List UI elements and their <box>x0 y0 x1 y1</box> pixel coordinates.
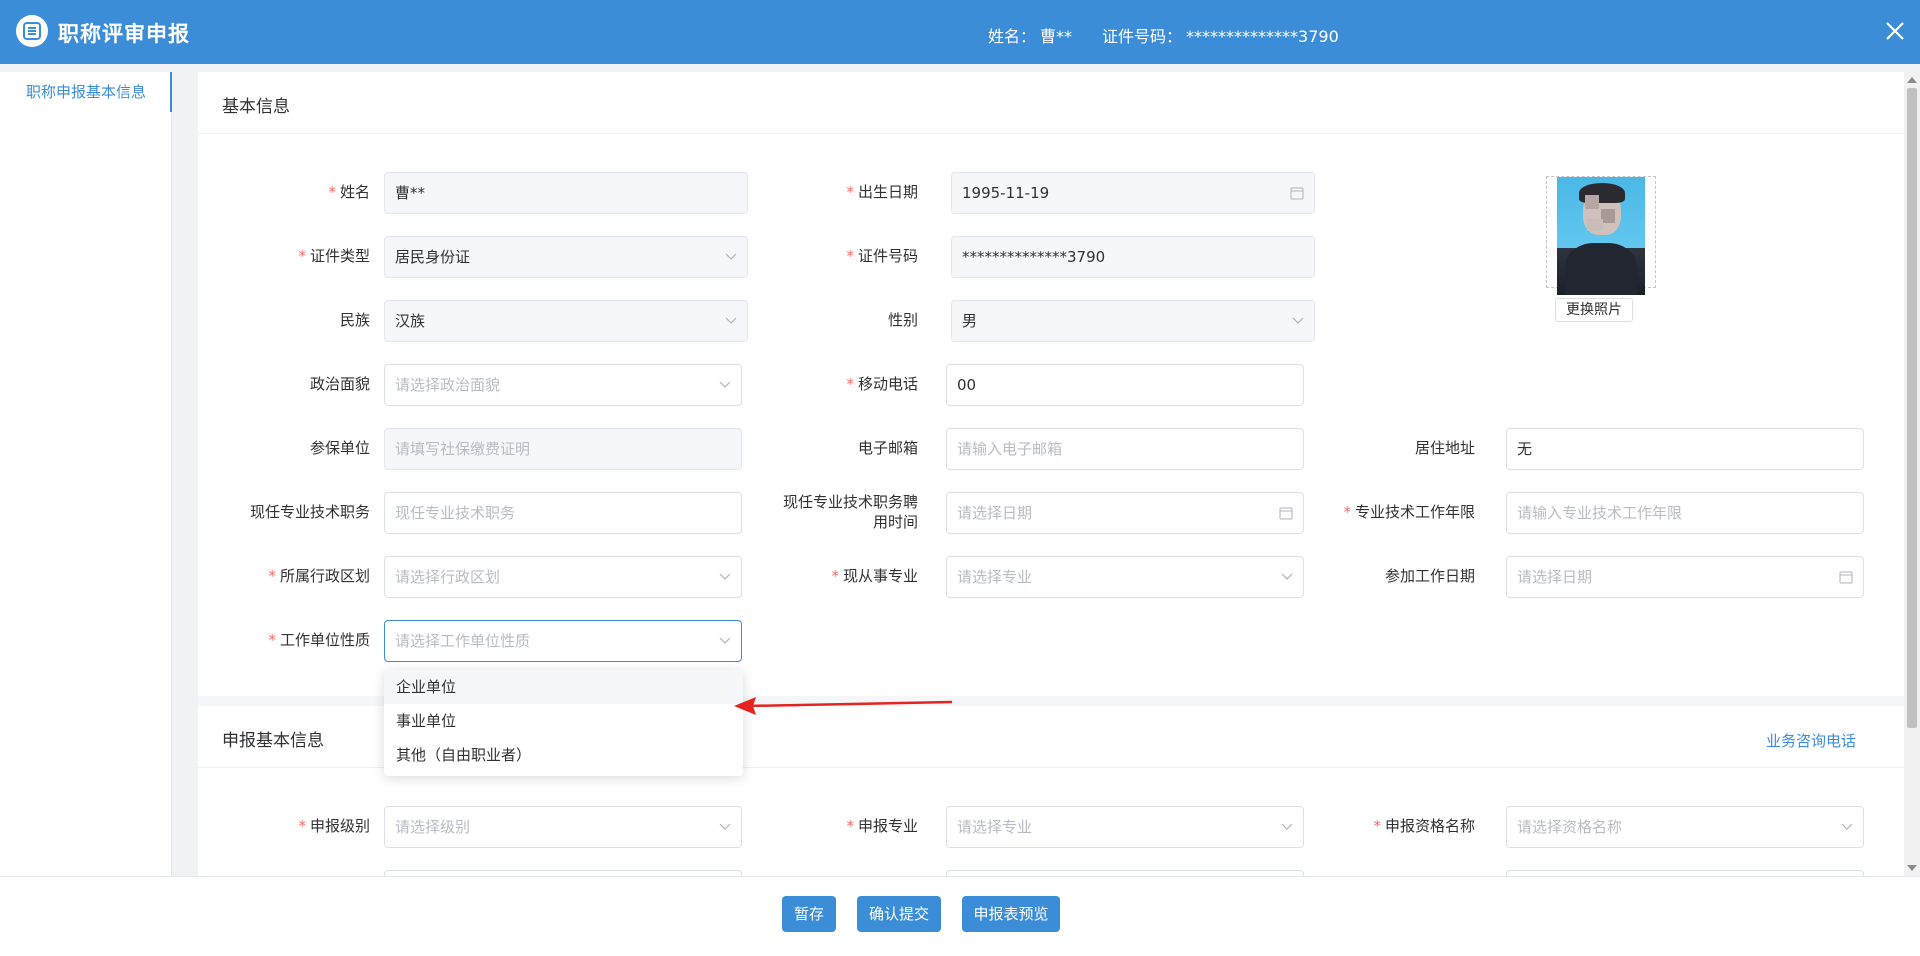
chevron-down-icon <box>725 301 737 341</box>
id-value: **************3790 <box>1186 27 1339 46</box>
major-select[interactable]: 请选择专业 <box>946 556 1304 598</box>
mobile-field[interactable]: 00 <box>946 364 1304 406</box>
id-type-select[interactable]: 居民身份证 <box>384 236 748 278</box>
app-title: 职称评审申报 <box>58 22 190 46</box>
major-label: * 现从事专业 <box>831 567 918 585</box>
id-number-field[interactable]: **************3790 <box>951 236 1315 278</box>
id-label: 证件号码： <box>1102 27 1183 46</box>
gender-select[interactable]: 男 <box>951 300 1315 342</box>
position-label: 现任专业技术职务 <box>249 503 370 521</box>
name-field[interactable]: 曹** <box>384 172 748 214</box>
scroll-down-icon[interactable] <box>1907 865 1917 871</box>
section-title: 基本信息 <box>222 97 290 117</box>
calendar-icon <box>1290 173 1304 213</box>
app-logo-icon <box>16 15 48 47</box>
birth-label: * 出生日期 <box>846 183 918 201</box>
chevron-down-icon <box>719 365 731 405</box>
address-label: 居住地址 <box>1414 439 1475 457</box>
chevron-down-icon <box>719 807 731 847</box>
chevron-down-icon <box>1841 807 1853 847</box>
scroll-up-icon[interactable] <box>1907 77 1917 83</box>
consult-phone-link[interactable]: 业务咨询电话 <box>1766 730 1856 751</box>
apply-level-select[interactable]: 请选择级别 <box>384 806 742 848</box>
dropdown-option[interactable]: 企业单位 <box>384 670 743 704</box>
work-date-field[interactable]: 请选择日期 <box>1506 556 1864 598</box>
applicant-photo <box>1557 177 1645 295</box>
birth-date-field[interactable]: 1995-11-19 <box>951 172 1315 214</box>
unit-type-select[interactable]: 请选择工作单位性质 <box>384 620 742 662</box>
work-years-label: * 专业技术工作年限 <box>1343 503 1475 521</box>
unit-type-label: * 工作单位性质 <box>268 631 370 649</box>
chevron-down-icon <box>725 237 737 277</box>
close-icon[interactable] <box>1882 18 1908 44</box>
section-header-basic: 基本信息 <box>198 72 1904 134</box>
name-value: 曹** <box>1040 27 1073 46</box>
dropdown-option[interactable]: 其他（自由职业者） <box>384 738 743 772</box>
calendar-icon <box>1279 493 1293 533</box>
section-title: 申报基本信息 <box>222 731 324 751</box>
ethnic-select[interactable]: 汉族 <box>384 300 748 342</box>
apply-major-label: * 申报专业 <box>846 817 918 835</box>
chevron-down-icon <box>1281 557 1293 597</box>
sidebar: 职称申报基本信息 <box>0 72 172 876</box>
save-draft-button[interactable]: 暂存 <box>782 896 836 932</box>
region-select[interactable]: 请选择行政区划 <box>384 556 742 598</box>
hire-date-field[interactable]: 请选择日期 <box>946 492 1304 534</box>
preview-button[interactable]: 申报表预览 <box>962 896 1060 932</box>
insured-unit-field[interactable]: 请填写社保缴费证明 <box>384 428 742 470</box>
email-label: 电子邮箱 <box>857 439 918 457</box>
apply-major-select[interactable]: 请选择专业 <box>946 806 1304 848</box>
vertical-scrollbar[interactable] <box>1904 72 1920 876</box>
submit-button[interactable]: 确认提交 <box>857 896 941 932</box>
chevron-down-icon <box>1292 301 1304 341</box>
change-photo-button[interactable]: 更换照片 <box>1555 298 1633 322</box>
unit-type-dropdown: 企业单位 事业单位 其他（自由职业者） <box>384 670 743 776</box>
insured-label: 参保单位 <box>309 439 370 457</box>
position-field[interactable]: 现任专业技术职务 <box>384 492 742 534</box>
top-bar: 职称评审申报 姓名： 曹** 证件号码： **************3790 <box>0 0 1920 64</box>
gender-label: 性别 <box>887 311 918 329</box>
work-years-field[interactable]: 请输入专业技术工作年限 <box>1506 492 1864 534</box>
red-arrow-annotation <box>734 697 953 715</box>
applicant-info: 姓名： 曹** 证件号码： **************3790 <box>988 23 1343 47</box>
address-field[interactable]: 无 <box>1506 428 1864 470</box>
qual-name-select[interactable]: 请选择资格名称 <box>1506 806 1864 848</box>
dropdown-option[interactable]: 事业单位 <box>384 704 743 738</box>
work-date-label: 参加工作日期 <box>1384 567 1475 585</box>
mobile-label: * 移动电话 <box>846 375 918 393</box>
chevron-down-icon <box>719 621 731 661</box>
political-label: 政治面貌 <box>309 375 370 393</box>
sidebar-item-basic-info[interactable]: 职称申报基本信息 <box>0 72 172 112</box>
name-label: 姓名： <box>988 27 1037 46</box>
id-type-label: * 证件类型 <box>298 247 370 265</box>
ethnic-label: 民族 <box>339 311 370 329</box>
scroll-thumb[interactable] <box>1907 88 1917 728</box>
chevron-down-icon <box>1281 807 1293 847</box>
email-field[interactable]: 请输入电子邮箱 <box>946 428 1304 470</box>
name-label: * 姓名 <box>328 183 370 201</box>
political-select[interactable]: 请选择政治面貌 <box>384 364 742 406</box>
chevron-down-icon <box>719 557 731 597</box>
id-no-label: * 证件号码 <box>846 247 918 265</box>
footer-bar: 暂存 确认提交 申报表预览 <box>0 876 1920 956</box>
hire-time-label: 现任专业技术职务聘 用时间 <box>782 493 918 531</box>
photo-frame <box>1546 176 1656 295</box>
apply-level-label: * 申报级别 <box>298 817 370 835</box>
calendar-icon <box>1839 557 1853 597</box>
region-label: * 所属行政区划 <box>268 567 370 585</box>
qual-name-label: * 申报资格名称 <box>1373 817 1475 835</box>
